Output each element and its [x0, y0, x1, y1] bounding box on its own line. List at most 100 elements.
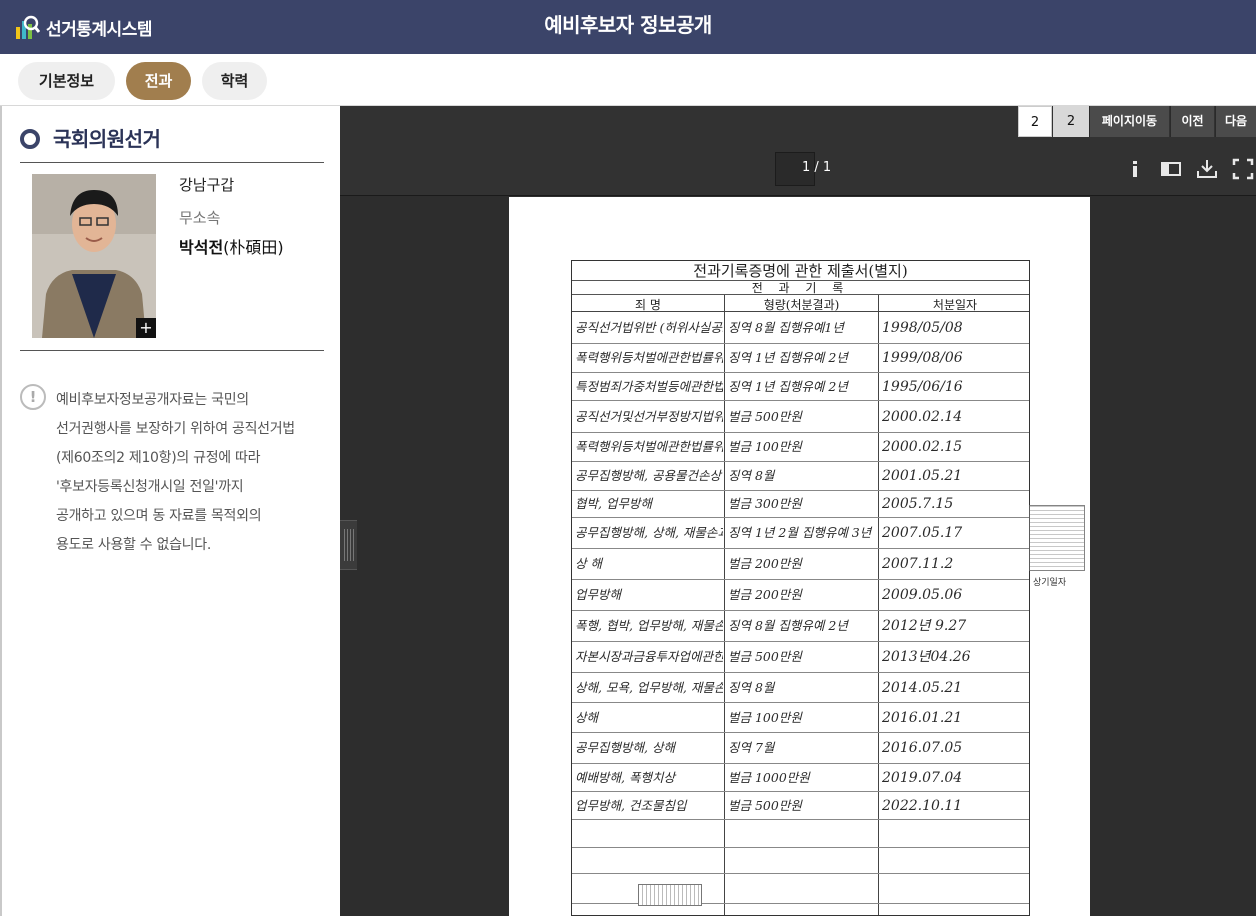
- criminal-record-table: 전과기록증명에 관한 제출서(별지) 전 과 기 록 죄 명 형량(처분결과) …: [571, 260, 1030, 916]
- table-cell-crime: 업무방해: [575, 588, 622, 602]
- top-header: 선거통계시스템 예비후보자 정보공개: [0, 0, 1256, 54]
- ring-icon: [20, 129, 40, 149]
- notice-line: '후보자등록신청개시일 전일'까지: [56, 479, 244, 495]
- official-seal-stamp: [1029, 505, 1085, 571]
- table-row: 공직선거및선거부정방지법위반 벌금 500만원 2000.02.14: [572, 401, 1029, 433]
- table-cell-sentence: 벌금 100만원: [728, 440, 802, 454]
- table-cell-date: 2022.10.11: [882, 798, 963, 813]
- column-header: 죄 명: [635, 298, 661, 312]
- table-cell-sentence: 벌금 200만원: [728, 588, 802, 602]
- exclamation-icon: !: [20, 384, 46, 410]
- notice-line: 공개하고 있으며 동 자료를 목적외의: [56, 508, 262, 524]
- info-icon[interactable]: [1124, 158, 1146, 180]
- table-cell-sentence: 징역 8월 집행유예1년: [728, 320, 844, 335]
- sidebar-toggle-icon[interactable]: [1160, 158, 1182, 180]
- table-cell-date: 2001.05.21: [882, 469, 963, 483]
- candidate-name-korean: 박석전: [179, 238, 224, 257]
- page-indicator: 1 / 1: [802, 160, 832, 175]
- table-row: 폭행, 협박, 업무방해, 재물손괴 징역 8월 집행유예 2년 2012년 9.2…: [572, 611, 1029, 642]
- table-row-empty: [572, 846, 1029, 874]
- sidebar-handle[interactable]: [340, 520, 357, 570]
- table-header: 죄 명 형량(처분결과) 처분일자: [572, 295, 1029, 312]
- notice-line: 선거권행사를 보장하기 위하여 공직선거법: [56, 421, 295, 437]
- table-row: 폭력행위등처벌에관한법률위반 벌금 100만원 2000.02.15: [572, 433, 1029, 462]
- table-row: 자본시장과금융투자업에관한법률위반 벌금 500만원 2013년04.26: [572, 642, 1029, 673]
- photo-expand-icon[interactable]: +: [136, 318, 156, 338]
- notice-text: 예비후보자정보공개자료는 국민의 선거권행사를 보장하기 위하여 공직선거법 (…: [56, 386, 336, 560]
- table-cell-crime: 공직선거법위반 (허위사실공표): [575, 320, 723, 335]
- table-row: 업무방해 벌금 200만원 2009.05.06: [572, 580, 1029, 611]
- candidate-party: 무소속: [179, 209, 221, 227]
- table-cell-crime: 폭력행위등처벌에관한법률위반: [575, 440, 723, 454]
- table-row: 업무방해, 건조물침입 벌금 500만원 2022.10.11: [572, 792, 1029, 820]
- fullscreen-icon[interactable]: [1232, 158, 1254, 180]
- document-title: 전과기록증명에 관한 제출서(별지): [572, 261, 1029, 281]
- table-row: 협박, 업무방해 벌금 300만원 2005.7.15: [572, 491, 1029, 518]
- tab-basic-info[interactable]: 기본정보: [18, 62, 115, 100]
- table-cell-crime: 폭력행위등처벌에관한법률위반: [575, 351, 723, 365]
- candidate-district: 강남구갑: [179, 176, 235, 194]
- table-cell-date: 1995/06/16: [882, 379, 963, 394]
- table-cell-date: 2000.02.14: [882, 409, 963, 424]
- table-cell-sentence: 벌금 500만원: [728, 798, 802, 813]
- person-photo-icon: [32, 174, 156, 338]
- notice-line: 예비후보자정보공개자료는 국민의: [56, 392, 249, 408]
- table-row: 상해, 모욕, 업무방해, 재물손괴 징역 8월 2014.05.21: [572, 673, 1029, 703]
- table-cell-crime: 상해, 모욕, 업무방해, 재물손괴: [575, 680, 723, 695]
- column-header: 형량(처분결과): [763, 298, 840, 312]
- candidate-photo[interactable]: +: [32, 174, 156, 338]
- table-cell-crime: 공무집행방해, 상해, 재물손괴: [575, 526, 723, 540]
- tab-bar: 기본정보 전과 학력: [0, 54, 1256, 106]
- table-cell-sentence: 징역 8월: [728, 680, 775, 695]
- page-goto-button[interactable]: 페이지이동: [1089, 106, 1169, 137]
- seal-label: 상기일자: [1033, 578, 1067, 588]
- table-cell-date: 2019.07.04: [882, 770, 963, 785]
- notice-line: 용도로 사용할 수 없습니다.: [56, 537, 211, 553]
- table-row: 특정범죄가중처벌등에관한법률위반(도주차량) 징역 1년 집행유예 2년 1995/…: [572, 373, 1029, 401]
- table-cell-crime: 특정범죄가중처벌등에관한법률위반(도주차량): [575, 379, 723, 394]
- table-cell-date: 1998/05/08: [882, 320, 963, 335]
- document-viewer: 2 2 페이지이동 이전 다음 1 / 1 전과기록증명에 관한 제출서(별지)…: [340, 106, 1256, 916]
- next-page-button[interactable]: 다음: [1215, 106, 1256, 137]
- table-cell-crime: 상해: [575, 710, 599, 725]
- tab-criminal-record[interactable]: 전과: [126, 62, 191, 100]
- table-row: 공무집행방해, 상해 징역 7월 2016.07.05: [572, 733, 1029, 764]
- table-row: 예배방해, 폭행치상 벌금 1000만원 2019.07.04: [572, 764, 1029, 792]
- table-cell-date: 2013년04.26: [882, 650, 971, 664]
- document-subtitle: 전 과 기 록: [572, 281, 1029, 295]
- table-row: 공직선거법위반 (허위사실공표) 징역 8월 집행유예1년 1998/05/08: [572, 312, 1029, 344]
- download-icon[interactable]: [1196, 158, 1218, 180]
- table-cell-date: 2000.02.15: [882, 440, 963, 454]
- table-cell-sentence: 벌금 300만원: [728, 497, 802, 511]
- table-cell-date: 2005.7.15: [882, 497, 954, 511]
- prev-page-button[interactable]: 이전: [1170, 106, 1214, 137]
- table-cell-sentence: 징역 8월: [728, 469, 775, 483]
- table-row: 상 해 벌금 200만원 2007.11.2: [572, 549, 1029, 580]
- table-cell-date: 2016.01.21: [882, 710, 963, 725]
- table-cell-crime: 공무집행방해, 상해: [575, 741, 675, 755]
- tab-education[interactable]: 학력: [202, 62, 267, 100]
- table-row: 폭력행위등처벌에관한법률위반 징역 1년 집행유예 2년 1999/08/06: [572, 344, 1029, 373]
- table-row-empty: [572, 820, 1029, 848]
- bottom-seal-stamp: [638, 884, 702, 906]
- page-number-input[interactable]: 2: [1018, 106, 1052, 137]
- table-cell-sentence: 벌금 500만원: [728, 650, 802, 664]
- table-cell-crime: 공직선거및선거부정방지법위반: [575, 409, 723, 424]
- column-header: 처분일자: [932, 298, 978, 312]
- table-cell-crime: 폭행, 협박, 업무방해, 재물손괴: [575, 619, 723, 633]
- table-cell-crime: 예배방해, 폭행치상: [575, 770, 675, 785]
- table-cell-date: 2009.05.06: [882, 588, 963, 602]
- table-cell-crime: 공무집행방해, 공용물건손상: [575, 469, 721, 483]
- table-row: 공무집행방해, 상해, 재물손괴 징역 1년 2월 집행유예 3년 2007.05.…: [572, 518, 1029, 549]
- divider: [20, 350, 324, 351]
- election-heading: 국회의원선거: [20, 126, 324, 163]
- election-title: 국회의원선거: [53, 127, 161, 151]
- candidate-name: 박석전(朴碩田): [179, 234, 284, 258]
- table-cell-sentence: 징역 1년 집행유예 2년: [728, 379, 848, 394]
- table-cell-date: 2016.07.05: [882, 741, 963, 755]
- page-total: 2: [1053, 106, 1089, 137]
- table-cell-date: 2007.05.17: [882, 526, 963, 540]
- document-page: 전과기록증명에 관한 제출서(별지) 전 과 기 록 죄 명 형량(처분결과) …: [509, 197, 1090, 916]
- page-title: 예비후보자 정보공개: [544, 13, 712, 37]
- table-cell-sentence: 벌금 500만원: [728, 409, 802, 424]
